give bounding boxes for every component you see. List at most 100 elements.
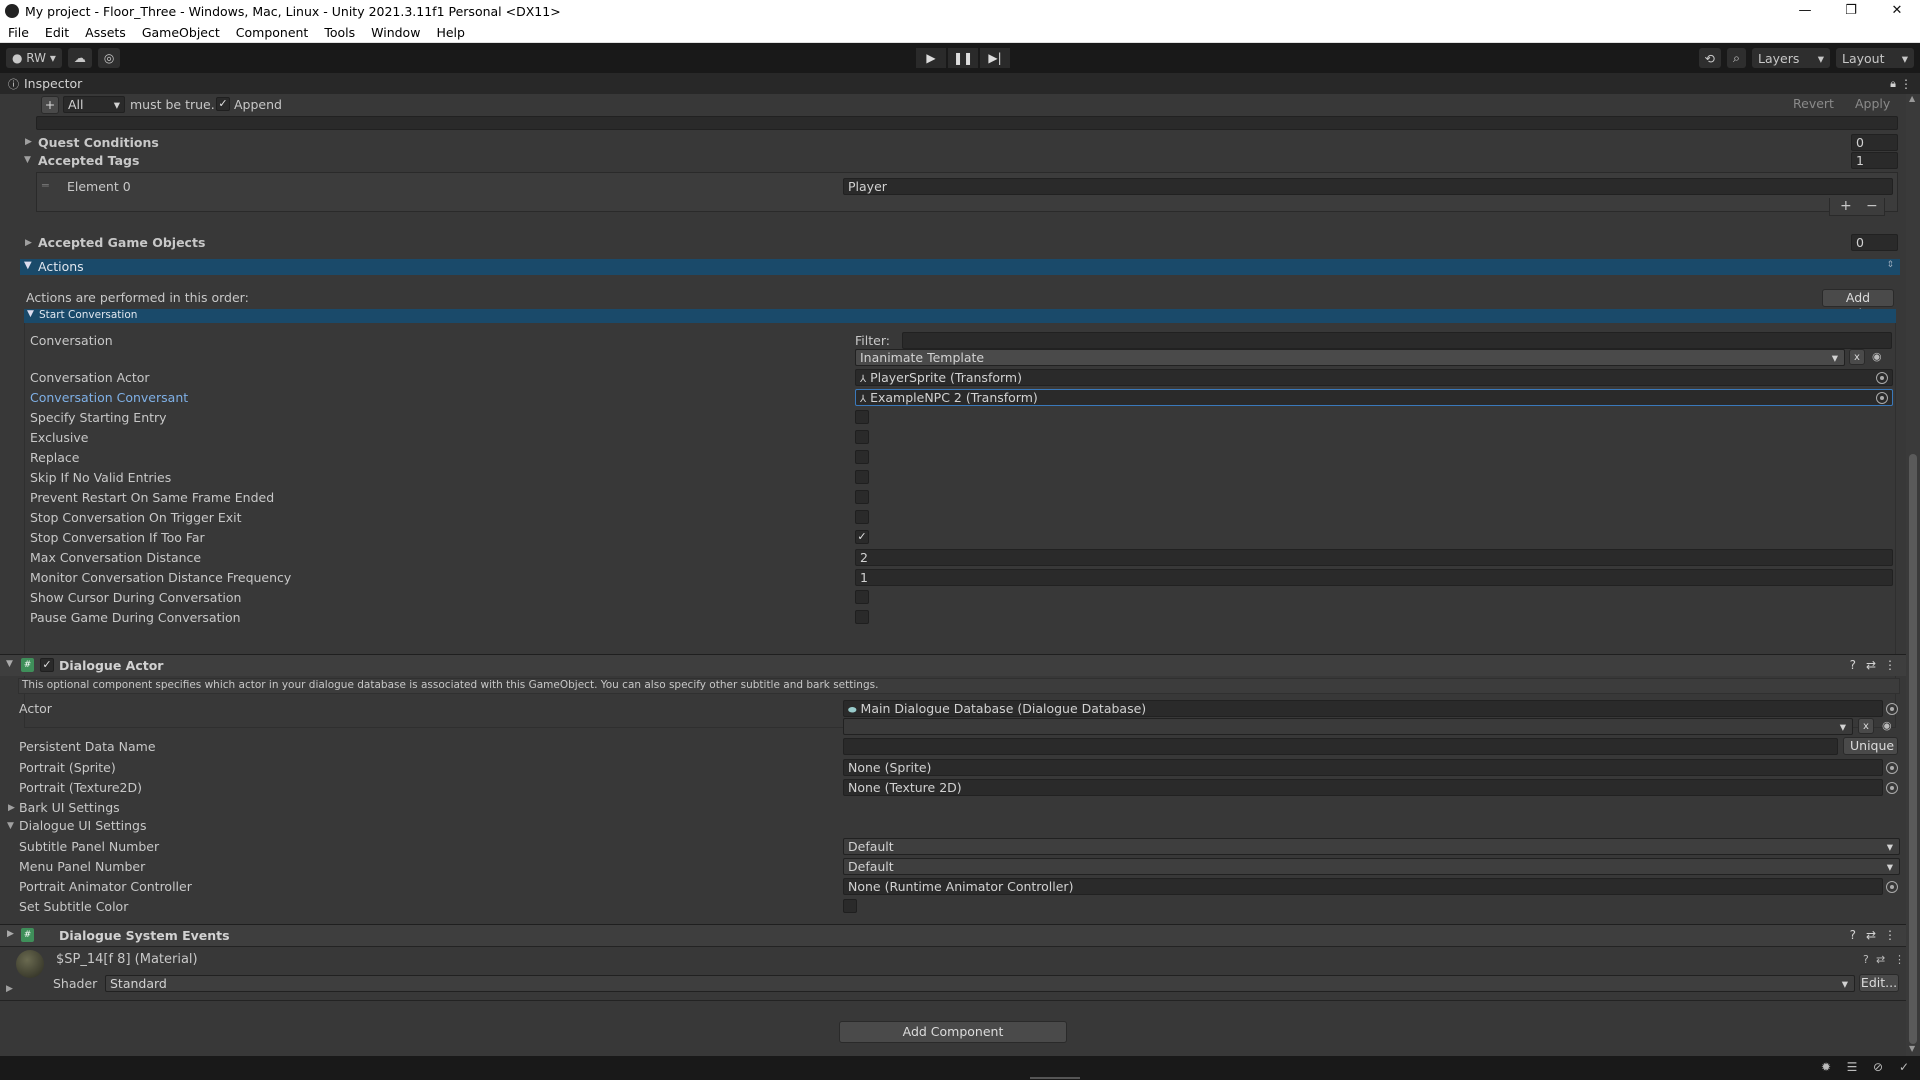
max-distance-field[interactable]: 2 (855, 549, 1893, 566)
help-icon[interactable]: ? (1863, 953, 1869, 966)
dialogue-ui-foldout-icon[interactable]: ▼ (7, 821, 14, 831)
portrait-sprite-field[interactable]: None (Sprite) (843, 759, 1883, 776)
dialogue-actor-header[interactable]: ▼ # ✓ Dialogue Actor ? ⇄ ⋮ (0, 654, 1906, 676)
object-picker-icon[interactable] (1876, 392, 1888, 404)
search-button[interactable]: ⌕ (1726, 48, 1746, 68)
help-icon[interactable]: ? (1850, 658, 1856, 672)
prevent-restart-checkbox[interactable] (855, 490, 869, 504)
actor-database-field[interactable]: ⬬ Main Dialogue Database (Dialogue Datab… (843, 700, 1883, 717)
layers-status-icon[interactable]: ☰ (1844, 1060, 1860, 1076)
step-button[interactable]: ▶| (980, 48, 1010, 68)
specify-starting-entry-checkbox[interactable] (855, 410, 869, 424)
layout-dropdown[interactable]: Layout ▾ (1836, 48, 1914, 68)
conversation-conversant-field[interactable]: ⅄ ExampleNPC 2 (Transform) (855, 389, 1893, 406)
inspector-scrollbar[interactable]: ▲ ▼ (1906, 94, 1920, 1056)
portrait-texture-field[interactable]: None (Texture 2D) (843, 779, 1883, 796)
pause-game-checkbox[interactable] (855, 610, 869, 624)
menu-file[interactable]: File (0, 25, 37, 40)
kebab-menu-icon[interactable]: ⋮ (1884, 658, 1896, 672)
kebab-menu-icon[interactable]: ⋮ (1894, 953, 1905, 966)
material-foldout-icon[interactable]: ▶ (6, 984, 13, 994)
accepted-tags-label[interactable]: Accepted Tags (38, 153, 139, 168)
collab-button[interactable]: ◎ (97, 48, 121, 68)
menu-window[interactable]: Window (363, 25, 428, 40)
bark-ui-settings-label[interactable]: Bark UI Settings (19, 800, 120, 815)
pause-button[interactable]: ❚❚ (948, 48, 978, 68)
maximize-button[interactable]: ❐ (1828, 0, 1874, 22)
edit-shader-button[interactable]: Edit... (1859, 974, 1899, 992)
kebab-menu-icon[interactable]: ⋮ (1900, 77, 1912, 91)
start-conversation-header[interactable]: ▼ Start Conversation (24, 309, 1896, 323)
scrollbar-thumb[interactable] (1909, 454, 1917, 1044)
preset-icon[interactable]: ⇄ (1876, 953, 1885, 966)
unique-button[interactable]: Unique (1843, 737, 1898, 755)
clear-actor-button[interactable]: x (1858, 718, 1874, 734)
menu-panel-dropdown[interactable]: Default ▾ (843, 858, 1900, 875)
set-subtitle-color-checkbox[interactable] (843, 899, 857, 913)
lock-icon[interactable]: 🔒︎ (1890, 77, 1896, 91)
add-condition-button[interactable]: + (41, 96, 59, 114)
menu-help[interactable]: Help (428, 25, 473, 40)
cloud-button[interactable]: ☁ (67, 48, 92, 68)
object-picker-icon[interactable] (1886, 762, 1898, 774)
play-button[interactable]: ▶ (916, 48, 946, 68)
drag-handle-icon[interactable]: ═ (42, 179, 49, 192)
add-action-button[interactable]: Add Action (1822, 289, 1894, 321)
accepted-game-objects-foldout-icon[interactable]: ▶ (25, 238, 32, 248)
kebab-menu-icon[interactable]: ⋮ (1884, 928, 1896, 942)
exclusive-checkbox[interactable] (855, 430, 869, 444)
element-0-field[interactable]: Player (843, 178, 1893, 195)
preset-icon[interactable]: ⇄ (1866, 928, 1876, 942)
menu-tools[interactable]: Tools (316, 25, 363, 40)
stop-if-too-far-checkbox[interactable]: ✓ (855, 530, 869, 544)
help-icon[interactable]: ? (1850, 928, 1856, 942)
select-conversation-icon[interactable]: ◉ (1872, 350, 1882, 363)
add-component-button[interactable]: Add Component (839, 1021, 1067, 1043)
filter-input[interactable] (902, 332, 1892, 349)
scroll-down-icon[interactable]: ▼ (1909, 1044, 1915, 1053)
menu-component[interactable]: Component (228, 25, 317, 40)
account-button[interactable]: ● RW ▾ (6, 48, 62, 68)
menu-gameobject[interactable]: GameObject (134, 25, 228, 40)
quest-conditions-foldout-icon[interactable]: ▶ (25, 137, 32, 147)
layers-dropdown[interactable]: Layers ▾ (1752, 48, 1830, 68)
monitor-frequency-field[interactable]: 1 (855, 569, 1893, 586)
show-cursor-checkbox[interactable] (855, 590, 869, 604)
object-picker-icon[interactable] (1886, 881, 1898, 893)
inspector-tab[interactable]: ⓘ Inspector 🔒︎ ⋮ (0, 73, 1920, 94)
quest-conditions-label[interactable]: Quest Conditions (38, 135, 159, 150)
actor-dropdown[interactable]: ▾ (843, 718, 1853, 735)
minimize-button[interactable]: — (1782, 0, 1828, 22)
scroll-up-icon[interactable]: ▲ (1909, 94, 1915, 103)
preset-icon[interactable]: ⇄ (1866, 658, 1876, 672)
accepted-game-objects-count[interactable]: 0 (1851, 234, 1898, 251)
history-button[interactable]: ⟲ (1698, 48, 1721, 68)
object-picker-icon[interactable] (1886, 782, 1898, 794)
quest-conditions-count[interactable]: 0 (1851, 134, 1898, 151)
conversation-actor-field[interactable]: ⅄ PlayerSprite (Transform) (855, 369, 1893, 386)
menu-assets[interactable]: Assets (77, 25, 134, 40)
actions-header[interactable]: ▼ Actions ⇕ (20, 259, 1900, 275)
skip-if-no-valid-entries-checkbox[interactable] (855, 470, 869, 484)
append-checkbox[interactable]: ✓ (216, 97, 230, 111)
condition-mode-dropdown[interactable]: All ▾ (63, 96, 125, 113)
dialogue-ui-settings-label[interactable]: Dialogue UI Settings (19, 818, 146, 833)
debug-icon[interactable]: ✹ (1818, 1060, 1834, 1076)
dialogue-actor-enabled-checkbox[interactable]: ✓ (40, 658, 54, 672)
dialogue-system-events-header[interactable]: ▶ # Dialogue System Events ? ⇄ ⋮ (0, 924, 1906, 946)
stop-on-trigger-exit-checkbox[interactable] (855, 510, 869, 524)
shader-dropdown[interactable]: Standard ▾ (105, 975, 1855, 992)
revert-button[interactable]: Revert (1793, 96, 1834, 111)
bark-ui-foldout-icon[interactable]: ▶ (8, 803, 15, 813)
object-picker-icon[interactable] (1886, 703, 1898, 715)
accepted-tags-count[interactable]: 1 (1851, 152, 1898, 169)
select-actor-icon[interactable]: ◉ (1882, 719, 1892, 732)
network-icon[interactable]: ⊘ (1870, 1060, 1886, 1076)
accepted-tags-foldout-icon[interactable]: ▼ (24, 155, 31, 165)
accepted-game-objects-label[interactable]: Accepted Game Objects (38, 235, 205, 250)
object-picker-icon[interactable] (1876, 372, 1888, 384)
conversation-dropdown[interactable]: Inanimate Template ▾ (855, 349, 1845, 366)
portrait-animator-field[interactable]: None (Runtime Animator Controller) (843, 878, 1883, 895)
replace-checkbox[interactable] (855, 450, 869, 464)
clear-conversation-button[interactable]: x (1849, 349, 1865, 365)
